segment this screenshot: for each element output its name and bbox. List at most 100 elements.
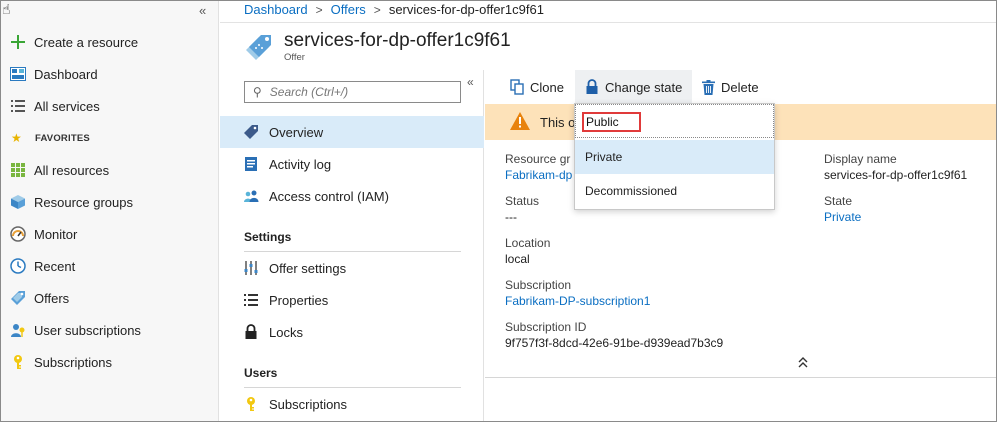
display-name-value: services-for-dp-offer1c9f61: [824, 168, 968, 182]
breadcrumb-separator: >: [373, 2, 381, 17]
nav-item-label: Recent: [34, 258, 76, 274]
list-icon: [9, 97, 27, 115]
trash-icon: [702, 79, 715, 95]
display-name-label: Display name: [824, 152, 897, 166]
menu-item-offer-settings[interactable]: Offer settings: [220, 252, 484, 284]
nav-dashboard[interactable]: Dashboard: [1, 58, 219, 90]
gauge-icon: [9, 225, 27, 243]
status-value: ---: [505, 210, 517, 224]
delete-label: Delete: [721, 79, 759, 95]
change-state-label: Change state: [605, 79, 683, 95]
clone-button[interactable]: Clone: [510, 70, 564, 104]
breadcrumb-offers[interactable]: Offers: [331, 2, 366, 17]
key-icon: [242, 395, 260, 413]
settings-header: Settings: [244, 230, 292, 244]
state-label: State: [824, 194, 853, 208]
nav-item-label: Create a resource: [34, 34, 139, 50]
nav-item-label: User subscriptions: [34, 322, 141, 338]
selected-state-option[interactable]: Public: [582, 112, 641, 132]
status-label: Status: [505, 194, 540, 208]
lock-icon: [242, 323, 260, 341]
nav-item-label: All services: [34, 98, 100, 114]
breadcrumb-separator: >: [315, 2, 323, 17]
divider: [220, 22, 996, 23]
nav-monitor[interactable]: Monitor: [1, 218, 219, 250]
change-state-button[interactable]: Change state: [575, 70, 693, 104]
sliders-icon: [242, 259, 260, 277]
subscription-label: Subscription: [505, 278, 572, 292]
people-icon: [242, 187, 260, 205]
nav-create-resource[interactable]: Create a resource: [1, 26, 219, 58]
search-input[interactable]: ⚲ Search (Ctrl+/): [244, 81, 461, 103]
dashboard-icon: [9, 65, 27, 83]
page-subtitle: Offer: [284, 52, 305, 63]
nav-item-label: All resources: [34, 162, 110, 178]
page-title: services-for-dp-offer1c9f61: [284, 30, 511, 51]
nav-resource-groups[interactable]: Resource groups: [1, 186, 219, 218]
change-state-dropdown: Public Private Decommissioned: [574, 103, 775, 210]
left-nav: ☝ « Create a resource Dashboard All serv…: [1, 1, 219, 421]
state-select[interactable]: Public: [575, 104, 774, 138]
collapse-menu-icon[interactable]: «: [467, 75, 474, 89]
nav-item-label: Resource groups: [34, 194, 133, 210]
users-header: Users: [244, 366, 278, 380]
resource-group-link[interactable]: Fabrikam-dp: [505, 168, 572, 182]
log-icon: [242, 155, 260, 173]
nav-all-services[interactable]: All services: [1, 90, 219, 122]
nav-item-label: Dashboard: [34, 66, 98, 82]
warning-icon: [510, 111, 530, 133]
resource-menu: « ⚲ Search (Ctrl+/) Overview Activity lo…: [220, 70, 484, 421]
menu-item-activity-log[interactable]: Activity log: [220, 148, 484, 180]
location-label: Location: [505, 236, 551, 250]
offer-tag-icon: [244, 33, 274, 61]
key-icon: [9, 353, 27, 371]
menu-item-label: Activity log: [269, 156, 332, 172]
delete-button[interactable]: Delete: [702, 70, 759, 104]
subscription-id-value: 9f757f3f-8dcd-42e6-91be-d939ead7b3c9: [505, 336, 724, 350]
menu-item-access-control[interactable]: Access control (IAM): [220, 180, 484, 212]
menu-item-overview[interactable]: Overview: [220, 116, 484, 148]
nav-recent[interactable]: Recent: [1, 250, 219, 282]
nav-subscriptions[interactable]: Subscriptions: [1, 346, 219, 378]
menu-item-label: Locks: [269, 324, 303, 340]
menu-item-label: Access control (IAM): [269, 188, 389, 204]
nav-user-subscriptions[interactable]: User subscriptions: [1, 314, 219, 346]
command-bar: Clone Change state Delete: [485, 70, 996, 104]
nav-offers[interactable]: Offers: [1, 282, 219, 314]
resource-group-label: Resource gr: [505, 152, 571, 166]
breadcrumb-dashboard[interactable]: Dashboard: [244, 2, 308, 17]
breadcrumb-current: services-for-dp-offer1c9f61: [388, 2, 544, 17]
nav-item-label: Subscriptions: [34, 354, 113, 370]
grid-icon: [9, 161, 27, 179]
breadcrumb: Dashboard > Offers > services-for-dp-off…: [244, 2, 544, 17]
clock-icon: [9, 257, 27, 275]
divider: [485, 377, 996, 378]
menu-item-label: Offer settings: [269, 260, 347, 276]
menu-item-label: Subscriptions: [269, 396, 348, 412]
tag-icon: [9, 289, 27, 307]
star-icon: ★: [11, 131, 22, 145]
subscription-link[interactable]: Fabrikam-DP-subscription1: [505, 294, 650, 308]
menu-item-properties[interactable]: Properties: [220, 284, 484, 316]
menu-item-locks[interactable]: Locks: [220, 316, 484, 348]
collapse-nav-icon[interactable]: «: [199, 3, 206, 18]
properties-icon: [242, 291, 260, 309]
cube-icon: [9, 193, 27, 211]
menu-item-label: Overview: [269, 124, 324, 140]
location-value: local: [505, 252, 530, 266]
state-link[interactable]: Private: [824, 210, 861, 224]
menu-item-subscriptions[interactable]: Subscriptions: [220, 388, 484, 420]
lock-icon: [585, 79, 599, 95]
search-icon: ⚲: [253, 85, 262, 99]
nav-all-resources[interactable]: All resources: [1, 154, 219, 186]
state-option-private[interactable]: Private: [575, 140, 774, 174]
nav-item-label: Offers: [34, 290, 70, 306]
subscription-id-label: Subscription ID: [505, 320, 587, 334]
nav-item-label: Monitor: [34, 226, 78, 242]
search-placeholder: Search (Ctrl+/): [269, 85, 349, 99]
menu-item-label: Properties: [269, 292, 329, 308]
clone-icon: [510, 79, 524, 95]
state-option-decommissioned[interactable]: Decommissioned: [575, 174, 774, 208]
clone-label: Clone: [530, 79, 564, 95]
chevron-up-icon[interactable]: [797, 356, 809, 371]
